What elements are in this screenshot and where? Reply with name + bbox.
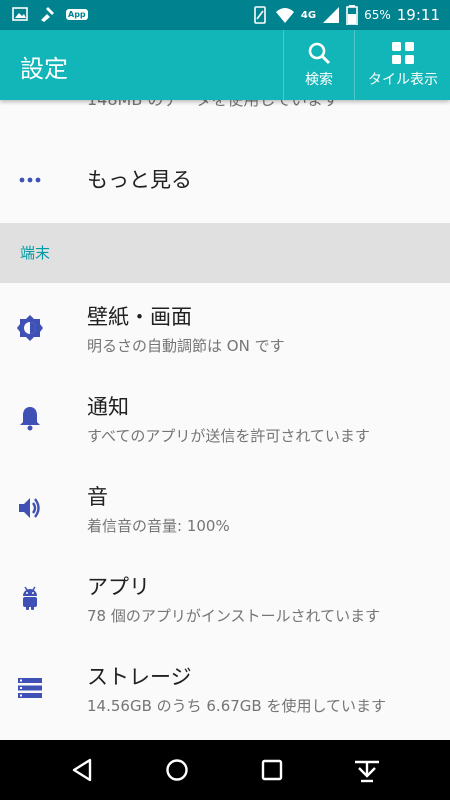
apps-settings-item[interactable]: アプリ 78 個のアプリがインストールされています [0,553,450,643]
hide-navigation-icon[interactable] [352,755,382,785]
tile-view-label: タイル表示 [368,72,438,88]
network-type: 4G [300,9,317,21]
home-icon[interactable] [162,755,192,785]
notification-settings-subtitle: すべてのアプリが送信を許可されています [87,427,370,445]
volume-icon [19,498,40,518]
battery-level: 65% [364,8,391,22]
bell-icon [20,407,40,431]
recents-icon[interactable] [257,755,287,785]
android-icon [23,586,37,610]
section-header-label: 端末 [20,244,51,262]
brightness-icon [17,315,43,341]
page-title: 設定 [20,55,68,83]
more-settings-label: もっと見る [87,168,192,192]
storage-icon [18,678,42,698]
navigation-bar [0,740,450,800]
sound-settings-item[interactable]: 音 着信音の音量: 100% [0,463,450,553]
battery-icon [346,5,358,25]
sound-settings-subtitle: 着信音の音量: 100% [87,517,230,535]
more-settings-item[interactable]: もっと見る [0,150,450,210]
notification-settings-item[interactable]: 通知 すべてのアプリが送信を許可されています [0,373,450,463]
storage-settings-subtitle: 14.56GB のうち 6.67GB を使用しています [87,697,387,715]
search-icon [308,42,331,65]
display-settings-title: 壁紙・画面 [87,305,192,329]
wifi-icon [275,8,294,23]
signal-icon [323,7,340,23]
apps-settings-title: アプリ [87,575,150,599]
storage-settings-title: ストレージ [87,665,192,689]
more-dots-icon [19,177,41,183]
back-icon[interactable] [68,755,98,785]
vibrate-icon [254,6,266,24]
section-header-device: 端末 [0,223,450,283]
sound-settings-title: 音 [87,485,108,509]
grid-icon [392,42,414,64]
clock: 19:11 [396,6,440,24]
display-settings-subtitle: 明るさの自動調節は ON です [87,337,285,355]
tile-view-button[interactable]: タイル表示 [354,30,450,100]
search-label: 検索 [305,72,333,88]
data-usage-subtitle: 148MB のデータを使用しています [87,100,339,110]
cleaner-notification-icon [41,7,54,22]
settings-list[interactable]: 148MB のデータを使用しています もっと見る 端末 壁紙・画面 明るさの自動… [0,100,450,740]
display-settings-item[interactable]: 壁紙・画面 明るさの自動調節は ON です [0,283,450,373]
search-button[interactable]: 検索 [283,30,354,100]
notification-settings-title: 通知 [87,395,129,419]
app-notification-icon: App [66,8,88,20]
status-bar: App 4G 65% 19:11 [0,0,450,30]
storage-settings-item[interactable]: ストレージ 14.56GB のうち 6.67GB を使用しています [0,643,450,733]
image-notification-icon [12,7,28,21]
apps-settings-subtitle: 78 個のアプリがインストールされています [87,607,381,625]
app-toolbar: 設定 検索 タイル表示 [0,30,450,100]
